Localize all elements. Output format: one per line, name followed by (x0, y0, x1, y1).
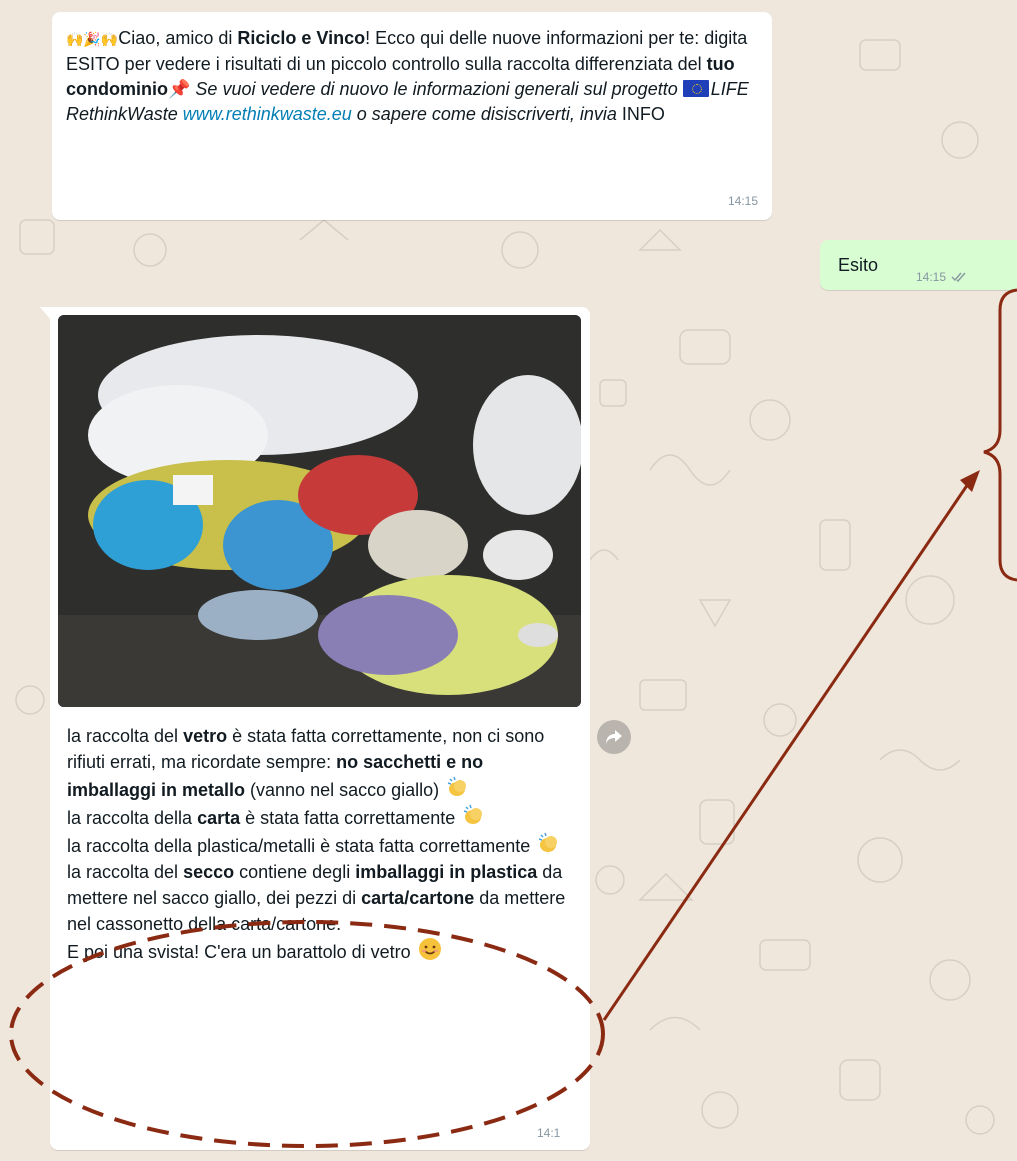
message-text-segment: Ciao, amico di (118, 28, 238, 48)
forward-icon (606, 730, 622, 744)
message-text-segment: Se vuoi vedere di nuovo le informazioni … (190, 79, 683, 99)
message-text-segment: imballaggi in plastica (355, 862, 538, 882)
eu-flag-icon (682, 80, 709, 97)
forward-button[interactable] (597, 720, 631, 754)
waste-bag-photo[interactable] (58, 315, 581, 707)
message-text-segment: o sapere come disiscriverti, invia (351, 104, 617, 124)
outgoing-message-esito: Esito 14:15 (820, 240, 1017, 290)
message-time: 14:15 (727, 194, 758, 208)
outgoing-message-text: Esito (838, 255, 879, 275)
waste-photo-drawing (58, 315, 581, 707)
message-time: 14:1 (537, 1126, 561, 1140)
message-time: 14:15 (916, 270, 969, 284)
website-link[interactable]: www.rethinkwaste.eu (183, 104, 352, 124)
clapping-hands-icon (538, 832, 558, 852)
double-check-icon (951, 272, 966, 283)
message-text-segment: la raccolta del (67, 726, 184, 746)
pushpin-icon: 📌 (168, 79, 191, 99)
result-message-text: la raccolta del vetro è stata fatta corr… (67, 723, 567, 965)
message-text-segment: la raccolta della (67, 808, 198, 828)
intro-message-text: 🙌🎉🙌Ciao, amico di Riciclo e Vinco! Ecco … (66, 26, 766, 127)
message-text-segment: carta (197, 808, 241, 828)
message-text-segment: la raccolta della plastica/metalli è sta… (67, 836, 536, 856)
message-text-segment: carta/cartone (361, 888, 475, 908)
message-text-segment: INFO (616, 104, 665, 124)
message-text-segment: (vanno nel sacco giallo) (245, 780, 445, 800)
message-text-segment: vetro (183, 726, 228, 746)
clapping-hands-icon (463, 804, 483, 824)
smiling-face-icon (418, 938, 441, 960)
message-text-segment: secco (183, 862, 235, 882)
message-text-segment: Riciclo e Vinco (237, 28, 366, 48)
message-text-segment: contiene degli (234, 862, 356, 882)
message-text-segment: è stata fatta correttamente (240, 808, 461, 828)
message-text-segment: la raccolta del (67, 862, 184, 882)
clapping-hands-icon (447, 776, 467, 796)
message-text-segment: E poi una svista! C'era un barattolo di … (67, 942, 416, 962)
bubble-tail (40, 307, 50, 319)
greeting-emoji-icons: 🙌🎉🙌 (66, 31, 119, 47)
incoming-message-intro: 🙌🎉🙌Ciao, amico di Riciclo e Vinco! Ecco … (52, 12, 772, 220)
